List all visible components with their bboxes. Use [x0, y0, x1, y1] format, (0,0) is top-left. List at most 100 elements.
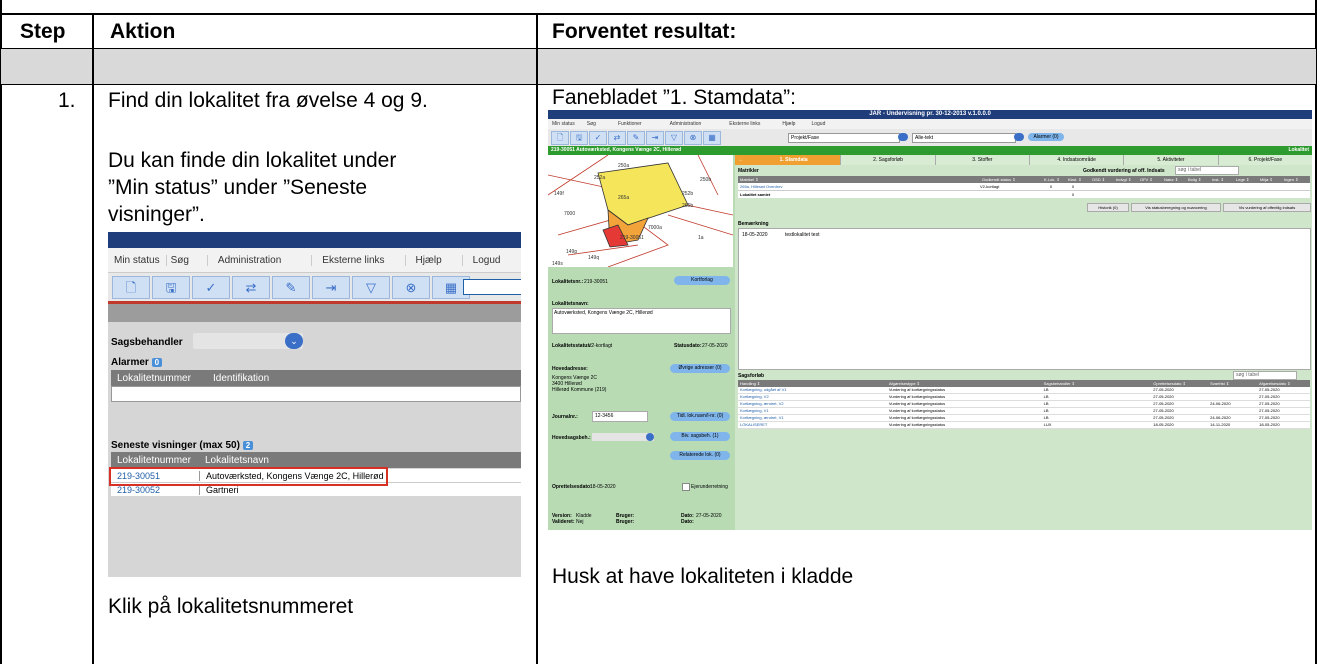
transfer-icon[interactable]: ⇄: [232, 276, 270, 299]
menu-hjaelp[interactable]: Hjælp: [404, 254, 462, 266]
table-row[interactable]: Kortlægning, V1 Vurdering af kortlægnings…: [738, 408, 1310, 415]
ejerunder-checkbox[interactable]: [682, 483, 690, 491]
matrikel-col-header[interactable]: Miljø ⇕: [1258, 176, 1282, 183]
sags-cell[interactable]: Kortlægning, V1: [738, 408, 887, 414]
alarm-col-lokalitetnummer[interactable]: Lokalitetnummer: [111, 373, 207, 384]
table-row[interactable]: Kortlægning, ændret, V2 Vurdering af kort…: [738, 401, 1310, 408]
search-input[interactable]: søg i tabel: [1233, 371, 1297, 380]
save-icon[interactable]: 🖫: [570, 131, 588, 145]
seneste-col-lokalitetsnavn[interactable]: Lokalitetsnavn: [199, 455, 275, 466]
menu-administration[interactable]: Administration: [206, 254, 311, 266]
check-circle-icon[interactable]: ✓: [192, 276, 230, 299]
chevron-down-icon[interactable]: [1014, 133, 1024, 141]
cancel-circle-icon[interactable]: ⊗: [392, 276, 430, 299]
menu-eksterne-links[interactable]: Eksterne links: [311, 254, 404, 266]
menu-logud[interactable]: Logud: [461, 254, 513, 266]
sags-col-header[interactable]: Svarfrist ⇕: [1208, 380, 1257, 387]
bemaerkning-field[interactable]: 18-05-2020 testlokalitet test: [738, 228, 1311, 370]
menu-sog[interactable]: Søg: [165, 254, 207, 266]
new-document-icon[interactable]: 🗋: [551, 131, 569, 145]
edit-chart-icon[interactable]: ✎: [627, 131, 645, 145]
vis-statusberegning-button[interactable]: Vis statusberegning og nuancering: [1131, 203, 1221, 212]
journal-field[interactable]: 12-3456: [592, 411, 648, 422]
sags-col-header[interactable]: Afgørelsesdato ⇕: [1257, 380, 1310, 387]
tab-stoffer[interactable]: 3. Stoffer: [934, 155, 1029, 165]
edit-chart-icon[interactable]: ✎: [272, 276, 310, 299]
chevron-down-icon[interactable]: ⌄: [285, 333, 303, 349]
table-row[interactable]: LOKALISERET Vurdering af kortlægningsstat…: [738, 422, 1310, 429]
project-select[interactable]: [463, 279, 521, 295]
table-row[interactable]: Kortlægning, ændret, V1 Vurdering af kort…: [738, 415, 1310, 422]
matrikel-col-header[interactable]: Godkendt status ⇕: [980, 176, 1042, 183]
tab-stamdata[interactable]: 1. Stamdata: [747, 155, 841, 165]
matrikel-col-header[interactable]: Inst. ⇕: [1210, 176, 1234, 183]
map-panel[interactable]: 252a 250a 250b 252b 265a 149f 7000 149q 149s 149p…: [548, 154, 734, 268]
menu-sog[interactable]: Søg: [579, 121, 604, 127]
sags-cell[interactable]: LOKALISERET: [738, 422, 887, 428]
filter-icon[interactable]: ▽: [352, 276, 390, 299]
new-document-icon[interactable]: 🗋: [112, 276, 150, 299]
sags-col-header[interactable]: Afgørelsestype ⇕: [887, 380, 1042, 387]
matrikel-col-header[interactable]: OSD ⇕: [1090, 176, 1114, 183]
sags-cell[interactable]: Kortlægning, V2: [738, 394, 887, 400]
matrikel-col-header[interactable]: OFV ⇕: [1138, 176, 1162, 183]
menu-administration[interactable]: Administration: [656, 121, 716, 127]
biv-sagsbeh-button[interactable]: Biv. sagsbeh. (1): [670, 432, 730, 441]
sags-col-header[interactable]: Handling ⇕: [738, 380, 887, 387]
table-row[interactable]: Kortlægning, udgået af V1 Vurdering af ko…: [738, 387, 1310, 394]
export-icon[interactable]: ⇥: [312, 276, 350, 299]
ovrige-adresser-button[interactable]: Øvrige adresser (0): [670, 364, 730, 373]
sags-cell[interactable]: Kortlægning, udgået af V1: [738, 387, 887, 393]
chevron-down-icon[interactable]: [898, 133, 908, 141]
alarmer-button[interactable]: Alarmer (0): [1028, 133, 1064, 141]
calculator-icon[interactable]: ▦: [703, 131, 721, 145]
lokalitet-link[interactable]: 219-30052: [111, 485, 199, 495]
sagsbehandler-select[interactable]: ⌄: [193, 333, 303, 349]
lokalitetsnavn-field[interactable]: Autoværksted, Kongens Vænge 2C, Hillerød: [552, 308, 731, 334]
tab-sagsforlob[interactable]: 2. Sagsforløb: [840, 155, 935, 165]
projekt-fase-select[interactable]: Projekt/Fase: [788, 133, 900, 143]
matrikel-col-header[interactable]: Kład. ⇕: [1066, 176, 1090, 183]
save-icon[interactable]: 🖫: [152, 276, 190, 299]
vis-vurdering-button[interactable]: Vis vurdering af offentlig indsats: [1223, 203, 1311, 212]
check-circle-icon[interactable]: ✓: [589, 131, 607, 145]
sags-col-header[interactable]: Sagsbehandler ⇕: [1042, 380, 1152, 387]
matrikel-col-header[interactable]: Natur ⇕: [1162, 176, 1186, 183]
cancel-circle-icon[interactable]: ⊗: [684, 131, 702, 145]
menu-eksterne-links[interactable]: Eksterne links: [715, 121, 774, 127]
tab-indsatsomrade[interactable]: 4. Indsatsområde: [1028, 155, 1124, 165]
matrikel-col-header[interactable]: Matrikel ⇕: [738, 176, 980, 183]
alarm-col-identifikation[interactable]: Identifikation: [207, 373, 275, 384]
matrikel-name[interactable]: 265a, Hillerød Overdrev: [738, 183, 980, 190]
menu-min-status[interactable]: Min status: [548, 121, 579, 127]
relaterede-lok-button[interactable]: Relaterede lok. (0): [670, 451, 730, 460]
seneste-col-lokalitetnummer[interactable]: Lokalitetnummer: [111, 455, 199, 466]
menu-logud[interactable]: Logud: [803, 121, 833, 127]
export-icon[interactable]: ⇥: [646, 131, 664, 145]
kortforlag-button[interactable]: Kortforlag: [674, 276, 730, 285]
tab-aktiviteter[interactable]: 5. Aktiviteter: [1123, 155, 1218, 165]
search-input[interactable]: søg i tabel: [1175, 166, 1239, 175]
table-row[interactable]: 265a, Hillerød Overdrev V2-kortlagt 0 0: [738, 183, 1310, 190]
menu-hjaelp[interactable]: Hjælp: [774, 121, 803, 127]
sags-cell[interactable]: Kortlægning, ændret, V2: [738, 401, 887, 407]
alle-tekt-select[interactable]: Alle-tekt: [912, 133, 1016, 143]
menu-funktioner[interactable]: Funktioner: [604, 121, 656, 127]
tidl-lok-button[interactable]: Tidl. lok.navn/l-nr. (0): [670, 412, 730, 421]
matrikel-col-header[interactable]: K.Lok. ⇕: [1042, 176, 1066, 183]
matrikel-col-header[interactable]: Lege ⇕: [1234, 176, 1258, 183]
filter-icon[interactable]: ▽: [665, 131, 683, 145]
sags-col-header[interactable]: Oprettelsesdato ⇕: [1151, 380, 1208, 387]
chevron-down-icon[interactable]: [646, 433, 654, 441]
historik-button[interactable]: Historik (0): [1087, 203, 1129, 212]
matrikel-col-header[interactable]: Indvgt ⇕: [1114, 176, 1138, 183]
back-arrow-icon[interactable]: ←: [735, 155, 747, 165]
matrikel-col-header[interactable]: Ingen ⇕: [1282, 176, 1306, 183]
hovedsagsbeh-select[interactable]: [592, 433, 654, 441]
matrikel-col-header[interactable]: Bolig ⇕: [1186, 176, 1210, 183]
menu-min-status[interactable]: Min status: [108, 255, 166, 266]
transfer-icon[interactable]: ⇄: [608, 131, 626, 145]
sags-cell[interactable]: Kortlægning, ændret, V1: [738, 415, 887, 421]
table-row[interactable]: Kortlægning, V2 Vurdering af kortlægnings…: [738, 394, 1310, 401]
tab-projekt-fase[interactable]: 6. Projekt/Fase: [1217, 155, 1312, 165]
